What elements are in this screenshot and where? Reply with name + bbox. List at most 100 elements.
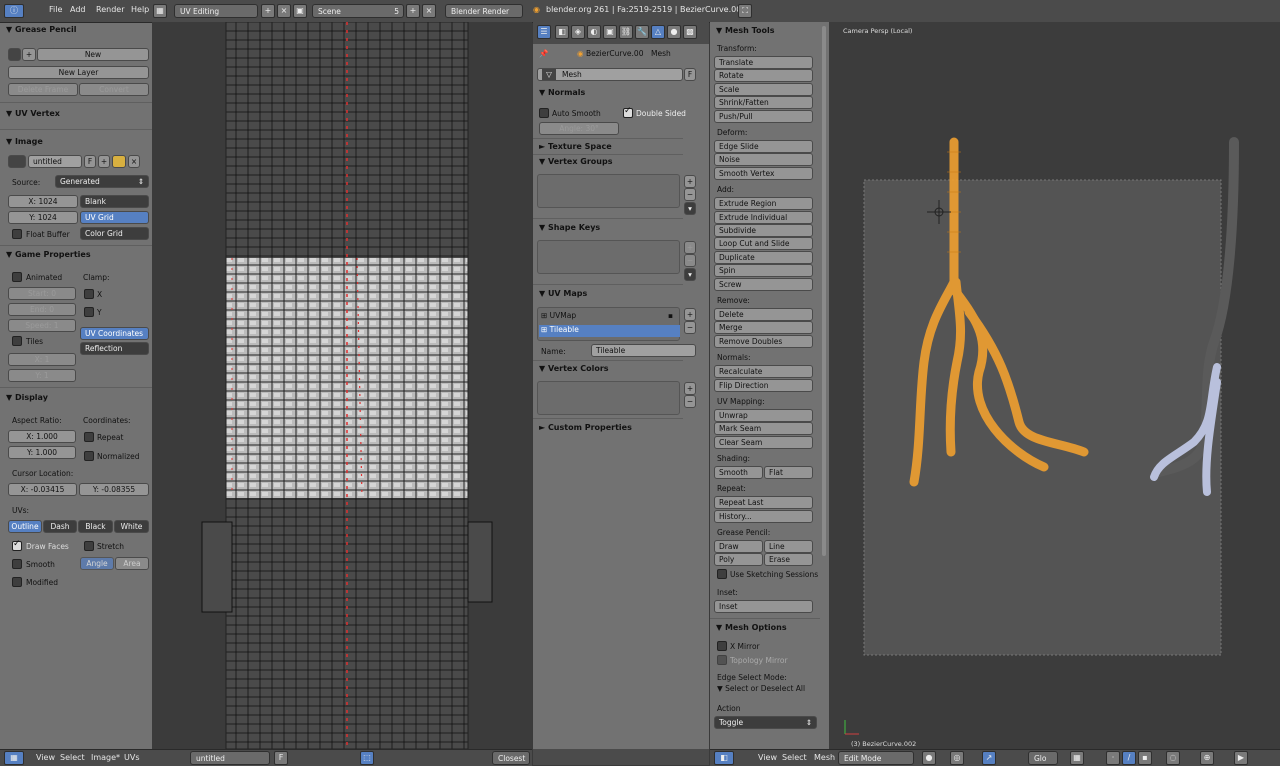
- normals-header[interactable]: ▼ Normals: [533, 86, 585, 100]
- render-tab-icon[interactable]: ◧: [555, 25, 569, 39]
- layout-icon[interactable]: ▦: [153, 4, 167, 18]
- image-browse-icon[interactable]: [8, 155, 26, 168]
- double-sided-checkbox[interactable]: [623, 106, 633, 118]
- shape-keys-header[interactable]: ▼ Shape Keys: [533, 221, 600, 235]
- shape-key-add-icon[interactable]: +: [684, 241, 696, 254]
- add-icon[interactable]: +: [22, 48, 36, 61]
- mesh-tools-header[interactable]: ▼ Mesh Tools: [710, 24, 774, 38]
- anim-end-field[interactable]: End: 0: [8, 303, 76, 316]
- pencil-icon[interactable]: [8, 48, 21, 61]
- delete-layout-icon[interactable]: ×: [277, 4, 291, 18]
- image-x-field[interactable]: X: 1024: [8, 195, 78, 208]
- fake-user-button[interactable]: F: [84, 155, 96, 168]
- pivot-icon[interactable]: ◎: [950, 751, 964, 765]
- add-button-0[interactable]: Extrude Region: [714, 197, 813, 211]
- modifiers-tab-icon[interactable]: 🔧: [635, 25, 649, 39]
- type-uv-grid[interactable]: UV Grid: [80, 211, 149, 224]
- world-tab-icon[interactable]: ◐: [587, 25, 601, 39]
- cursor-x-field[interactable]: X: -0.03415: [8, 483, 77, 496]
- uv-menu-uvs[interactable]: UVs: [124, 753, 140, 762]
- menu-help[interactable]: Help: [131, 5, 149, 14]
- transform-button-2[interactable]: Scale: [714, 82, 813, 96]
- grease-new-button[interactable]: New: [37, 48, 149, 61]
- convert-button[interactable]: Convert: [79, 83, 149, 96]
- shading-icon[interactable]: ●: [922, 751, 936, 765]
- object-tab-icon[interactable]: ▣: [603, 25, 617, 39]
- edge-select-icon[interactable]: /: [1122, 751, 1136, 765]
- mapping-reflection[interactable]: Reflection: [80, 342, 149, 355]
- sketching-checkbox[interactable]: [717, 569, 727, 580]
- scene-tab-icon[interactable]: ◈: [571, 25, 585, 39]
- stretch-angle-button[interactable]: Angle: [80, 557, 114, 570]
- proportional-edit-icon[interactable]: ◌: [1166, 751, 1180, 765]
- transform-button-1[interactable]: Rotate: [714, 69, 813, 83]
- grease-draw-button[interactable]: Draw: [714, 540, 763, 553]
- deform-button-2[interactable]: Smooth Vertex: [714, 166, 813, 180]
- cursor-y-field[interactable]: Y: -0.08355: [79, 483, 149, 496]
- repeat-checkbox[interactable]: [84, 432, 94, 442]
- uv-editor-canvas[interactable]: [152, 22, 532, 749]
- source-dropdown[interactable]: Generated ⇕: [55, 175, 149, 188]
- vertex-groups-list[interactable]: [537, 174, 680, 208]
- vertex-group-remove-icon[interactable]: −: [684, 188, 696, 201]
- repeat-button-1[interactable]: History...: [714, 509, 813, 523]
- smooth-checkbox[interactable]: [12, 559, 22, 569]
- auto-smooth-checkbox[interactable]: [539, 108, 549, 118]
- texture-space-header[interactable]: ► Texture Space: [533, 140, 612, 154]
- image-name-field[interactable]: untitled: [28, 155, 82, 168]
- transform-button-4[interactable]: Push/Pull: [714, 109, 813, 123]
- scene-icon[interactable]: ▣: [293, 4, 307, 18]
- deform-button-0[interactable]: Edge Slide: [714, 140, 813, 153]
- uv-menu-image[interactable]: Image*: [91, 753, 120, 762]
- x-mirror-checkbox[interactable]: [717, 641, 727, 652]
- manipulator-icon[interactable]: ↗: [982, 751, 996, 765]
- add-image-icon[interactable]: +: [98, 155, 110, 168]
- 3d-viewport[interactable]: Camera Persp (Local) (3) BezierCurve.002: [829, 22, 1280, 749]
- shade-smooth-button[interactable]: Smooth: [714, 466, 763, 480]
- topology-mirror-checkbox[interactable]: [717, 655, 727, 666]
- transform-button-3[interactable]: Shrink/Fatten: [714, 96, 813, 110]
- uv-style-outline[interactable]: Outline: [8, 520, 42, 533]
- view-menu[interactable]: View: [758, 753, 777, 762]
- properties-editor-icon[interactable]: ☰: [537, 25, 551, 39]
- float-buffer-checkbox[interactable]: [12, 229, 22, 239]
- action-dropdown[interactable]: Toggle ⇕: [714, 716, 817, 730]
- shape-key-remove-icon[interactable]: −: [684, 254, 696, 267]
- select-menu[interactable]: Select: [782, 753, 807, 762]
- texture-tab-icon[interactable]: ▩: [683, 25, 697, 39]
- custom-properties-header[interactable]: ► Custom Properties: [533, 421, 632, 435]
- add-button-6[interactable]: Screw: [714, 277, 813, 291]
- type-blank[interactable]: Blank: [80, 195, 149, 208]
- uv-editor-type-icon[interactable]: ▦: [4, 751, 24, 765]
- add-button-2[interactable]: Subdivide: [714, 224, 813, 237]
- add-button-3[interactable]: Loop Cut and Slide: [714, 237, 813, 251]
- tiles-x-field[interactable]: X: 1: [8, 353, 76, 366]
- vertex-groups-header[interactable]: ▼ Vertex Groups: [533, 155, 612, 169]
- add-button-5[interactable]: Spin: [714, 264, 813, 278]
- menu-add[interactable]: Add: [70, 5, 86, 14]
- aspect-y-field[interactable]: Y: 1.000: [8, 446, 76, 459]
- uv-map-remove-icon[interactable]: −: [684, 321, 696, 334]
- uv-name-field[interactable]: Tileable: [591, 344, 696, 357]
- transform-button-0[interactable]: Translate: [714, 56, 813, 69]
- modified-checkbox[interactable]: [12, 577, 22, 587]
- stretch-area-button[interactable]: Area: [115, 557, 149, 570]
- add-layout-icon[interactable]: +: [261, 4, 275, 18]
- uv-style-white[interactable]: White: [114, 520, 149, 533]
- shape-keys-list[interactable]: [537, 240, 680, 274]
- snap-dropdown[interactable]: Closest: [492, 751, 530, 765]
- mesh-fake-user[interactable]: F: [684, 68, 696, 81]
- uv-mapping-button-0[interactable]: Unwrap: [714, 409, 813, 422]
- uv-style-black[interactable]: Black: [78, 520, 113, 533]
- uv-menu-select[interactable]: Select: [60, 753, 85, 762]
- uv-mapping-button-1[interactable]: Mark Seam: [714, 422, 813, 436]
- screen-layout-field[interactable]: UV Editing: [174, 4, 258, 18]
- remove-button-1[interactable]: Merge: [714, 321, 813, 335]
- uv-style-dash[interactable]: Dash: [43, 520, 77, 533]
- new-layer-button[interactable]: New Layer: [8, 66, 149, 79]
- grease-erase-button[interactable]: Erase: [764, 553, 813, 567]
- open-image-icon[interactable]: [112, 155, 126, 168]
- vertex-colors-list[interactable]: [537, 381, 680, 415]
- inset-button[interactable]: Inset: [714, 600, 813, 614]
- display-header[interactable]: ▼ Display: [0, 391, 48, 405]
